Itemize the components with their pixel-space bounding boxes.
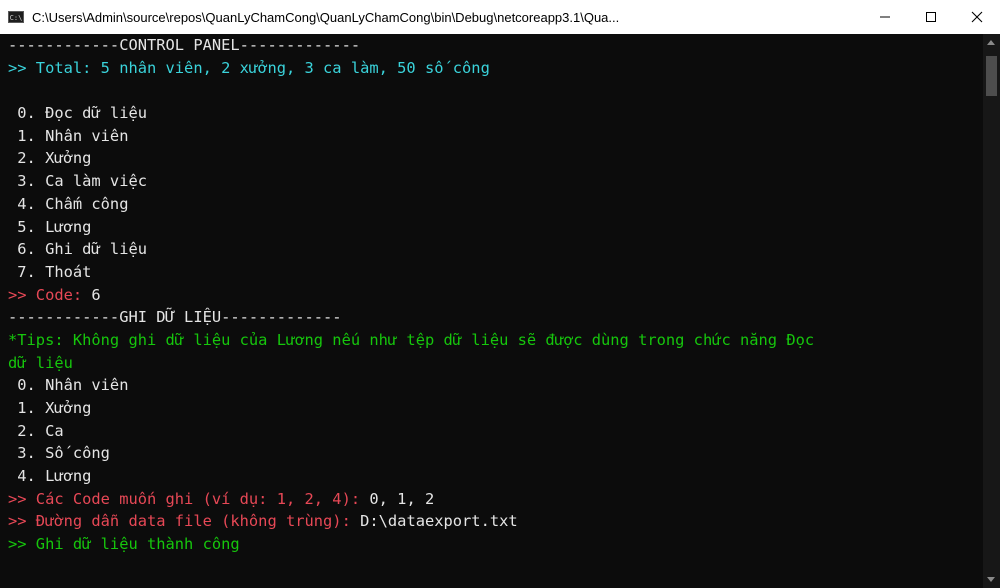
- path-input-value: D:\dataexport.txt: [360, 512, 518, 531]
- menu-item-3: 3. Ca làm việc: [8, 172, 147, 191]
- minimize-icon: [880, 16, 890, 18]
- code-input-value: 6: [91, 285, 101, 304]
- write-menu-item-3: 3. Số công: [8, 444, 110, 463]
- menu-item-6: 6. Ghi dữ liệu: [8, 240, 147, 259]
- console-output[interactable]: ------------CONTROL PANEL------------- >…: [8, 34, 980, 588]
- write-data-header: ------------GHI DỮ LIỆU-------------: [8, 308, 342, 327]
- scrollbar-thumb[interactable]: [986, 56, 997, 96]
- close-icon: [971, 11, 983, 23]
- scroll-up-icon[interactable]: [987, 40, 995, 45]
- window-title: C:\Users\Admin\source\repos\QuanLyChamCo…: [32, 9, 620, 25]
- menu-item-0: 0. Đọc dữ liệu: [8, 104, 147, 123]
- code-prompt-line: >> Code: 6: [8, 284, 980, 307]
- write-menu-item-4: 4. Lương: [8, 467, 92, 486]
- tips-line-2: dữ liệu: [8, 353, 73, 372]
- window-controls: [862, 0, 1000, 34]
- control-panel-header: ------------CONTROL PANEL-------------: [8, 36, 361, 54]
- tips-line-1: *Tips: Không ghi dữ liệu của Lương nếu n…: [8, 330, 815, 349]
- minimize-button[interactable]: [862, 0, 908, 34]
- console-app-icon[interactable]: C:\: [8, 11, 24, 23]
- maximize-icon: [926, 12, 936, 22]
- title-bar[interactable]: C:\ C:\Users\Admin\source\repos\QuanLyCh…: [0, 0, 1000, 34]
- codes-prompt-line: >> Các Code muốn ghi (ví dụ: 1, 2, 4): 0…: [8, 488, 980, 511]
- maximize-button[interactable]: [908, 0, 954, 34]
- path-prompt: >> Đường dẫn data file (không trùng):: [8, 512, 361, 531]
- menu-item-4: 4. Chấm công: [8, 194, 129, 213]
- write-menu-item-1: 1. Xưởng: [8, 399, 92, 417]
- path-prompt-line: >> Đường dẫn data file (không trùng): D:…: [8, 510, 980, 533]
- write-menu-item-2: 2. Ca: [8, 421, 64, 440]
- codes-prompt: >> Các Code muốn ghi (ví dụ: 1, 2, 4):: [8, 489, 370, 508]
- menu-item-5: 5. Lương: [8, 217, 92, 236]
- code-prompt: >> Code:: [8, 285, 92, 304]
- close-button[interactable]: [954, 0, 1000, 34]
- total-summary-line: >> Total: 5 nhân viên, 2 xưởng, 3 ca làm…: [8, 58, 490, 77]
- menu-item-7: 7. Thoát: [8, 262, 92, 281]
- codes-input-value: 0, 1, 2: [369, 489, 435, 508]
- scroll-down-icon[interactable]: [987, 577, 995, 582]
- menu-item-1: 1. Nhân viên: [8, 126, 129, 145]
- vertical-scrollbar[interactable]: [983, 34, 1000, 588]
- write-menu-item-0: 0. Nhân viên: [8, 376, 129, 395]
- console-window: C:\ C:\Users\Admin\source\repos\QuanLyCh…: [0, 0, 1000, 588]
- success-message: >> Ghi dữ liệu thành công: [8, 535, 240, 554]
- menu-item-2: 2. Xưởng: [8, 149, 92, 168]
